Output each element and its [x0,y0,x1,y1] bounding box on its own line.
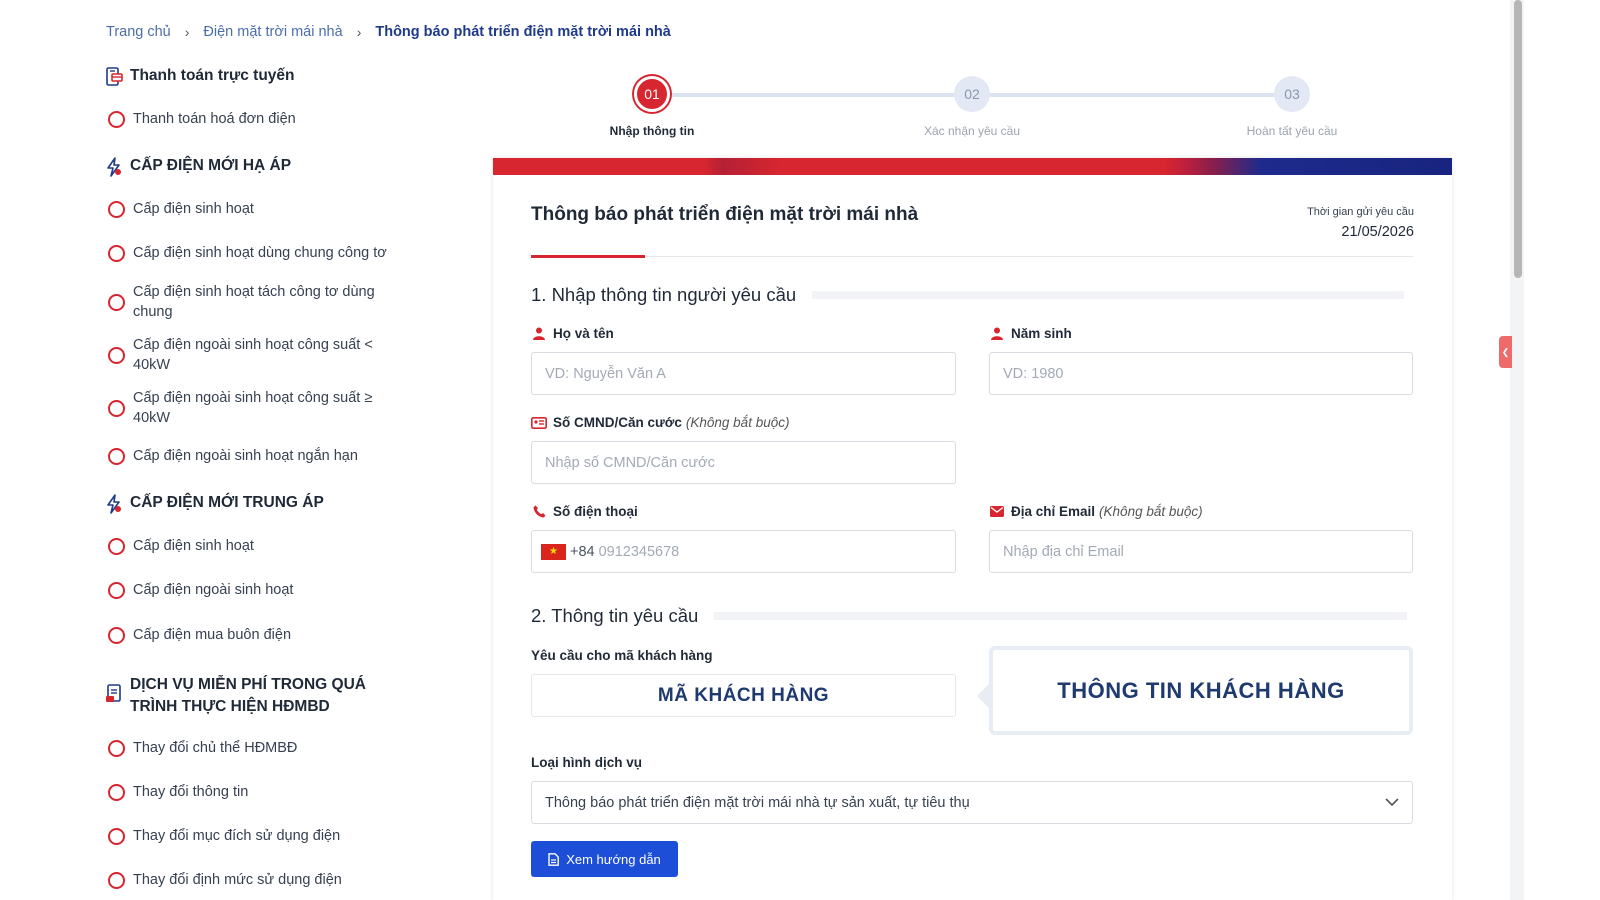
payment-icon [104,67,124,87]
birth-year-input[interactable]: VD: 1980 [989,352,1413,395]
divider [531,256,1413,257]
radio-circle-icon [108,346,125,364]
sidebar-item[interactable]: Thay đổi chủ thể HĐMBĐ [108,738,393,758]
phone-input[interactable]: ★ +84 0912345678 [531,530,956,573]
scrollbar-thumb[interactable] [1514,0,1522,278]
breadcrumb-current: Thông báo phát triển điện mặt trời mái n… [375,24,671,40]
radio-circle-icon [108,739,125,757]
sidebar-item[interactable]: Cấp điện ngoài sinh hoạt công suất < 40k… [108,335,393,375]
step-1-label: Nhập thông tin [609,124,695,138]
section-request-heading: 2. Thông tin yêu cầu [531,605,1408,627]
user-icon [989,327,1005,341]
sidebar-item[interactable]: Cấp điện sinh hoạt [108,199,393,219]
request-form-card: Thông báo phát triển điện mặt trời mái n… [493,158,1452,900]
right-margin [1524,0,1600,900]
chevron-right-icon: › [184,24,190,40]
document-icon [104,684,124,704]
customer-info-panel: THÔNG TIN KHÁCH HÀNG [989,646,1413,735]
progress-stepper: 01 02 03 Nhập thông tin Xác nhận yêu cầu… [600,76,1360,146]
step-3-label: Hoàn tất yêu cầu [1246,124,1338,138]
id-card-icon [531,416,547,430]
phone-icon [531,505,547,519]
view-guide-button[interactable]: Xem hướng dẫn [531,841,678,877]
vietnam-flag-icon[interactable]: ★ [541,543,566,560]
radio-circle-icon [108,871,125,889]
step-connector [670,93,954,97]
full-name-input[interactable]: VD: Nguyễn Văn A [531,352,956,395]
radio-circle-icon [108,293,125,311]
radio-circle-icon [108,399,125,417]
title-accent-bar [531,255,645,258]
document-icon [548,852,560,866]
email-input[interactable]: Nhập địa chỉ Email [989,530,1413,573]
lightning-icon [104,157,124,177]
section-requester-heading: 1. Nhập thông tin người yêu cầu [531,284,1405,306]
lightning-icon [104,494,124,514]
user-icon [531,327,547,341]
sidebar-item[interactable]: Cấp điện mua buôn điện [108,625,393,645]
form-title: Thông báo phát triển điện mặt trời mái n… [531,204,919,225]
service-type-select[interactable]: Thông báo phát triển điện mặt trời mái n… [531,781,1413,824]
breadcrumb: Trang chủ › Điện mặt trời mái nhà › Thôn… [106,24,671,40]
id-number-input[interactable]: Nhập số CMND/Căn cước [531,441,956,484]
radio-circle-icon [108,537,125,555]
decorative-band [493,158,1452,175]
radio-circle-icon [108,581,125,599]
radio-circle-icon [108,626,125,644]
sidebar-item[interactable]: Thay đổi mục đích sử dụng điện [108,826,393,846]
step-2-label: Xác nhận yêu cầu [923,124,1021,138]
radio-circle-icon [108,200,125,218]
birth-year-label: Năm sinh [989,326,1072,341]
name-label: Họ và tên [531,326,614,341]
side-panel-toggle-icon[interactable]: ❮ [1499,336,1512,368]
customer-code-label: Yêu cầu cho mã khách hàng [531,648,713,663]
sidebar-section-payment: Thanh toán trực tuyến [104,67,295,87]
breadcrumb-parent[interactable]: Điện mặt trời mái nhà [203,24,342,40]
sidebar-section-free-services: DỊCH VỤ MIỄN PHÍ TRONG QUÁ TRÌNH THỰC HI… [104,674,404,718]
sidebar-item[interactable]: Cấp điện ngoài sinh hoạt ngắn hạn [108,446,393,466]
sidebar-item-pay-bill[interactable]: Thanh toán hoá đơn điện [108,109,393,129]
step-2-dot: 02 [954,76,990,112]
radio-circle-icon [108,783,125,801]
info-pointer [977,684,989,708]
sidebar-item[interactable]: Cấp điện sinh hoạt dùng chung công tơ [108,243,413,263]
step-1-dot: 01 [634,76,670,112]
sidebar-item[interactable]: Cấp điện sinh hoạt tách công tơ dùng chu… [108,282,393,322]
customer-code-input[interactable]: MÃ KHÁCH HÀNG [531,674,956,717]
breadcrumb-home[interactable]: Trang chủ [106,24,171,40]
radio-circle-icon [108,827,125,845]
sidebar-item[interactable]: Cấp điện ngoài sinh hoạt công suất ≥ 40k… [108,388,393,428]
submit-time-value: 21/05/2026 [1341,224,1414,240]
step-3-dot: 03 [1274,76,1310,112]
sidebar-section-low-voltage: CẤP ĐIỆN MỚI HẠ ÁP [104,157,291,177]
radio-circle-icon [108,110,125,128]
submit-time-label: Thời gian gửi yêu cầu [1307,206,1414,218]
radio-circle-icon [108,447,125,465]
sidebar-section-medium-voltage: CẤP ĐIỆN MỚI TRUNG ÁP [104,494,324,514]
service-type-label: Loại hình dịch vụ [531,755,642,770]
sidebar-item[interactable]: Thay đổi định mức sử dụng điện [108,870,393,890]
chevron-right-icon: › [356,24,362,40]
envelope-icon [989,505,1005,519]
email-label: Địa chỉ Email (Không bắt buộc) [989,504,1203,519]
sidebar-item[interactable]: Cấp điện sinh hoạt [108,536,393,556]
id-card-label: Số CMND/Căn cước (Không bắt buộc) [531,415,789,430]
chevron-down-icon [1385,795,1399,811]
phone-label: Số điện thoại [531,504,638,519]
sidebar-item[interactable]: Cấp điện ngoài sinh hoạt [108,580,393,600]
step-connector [990,93,1274,97]
sidebar-item[interactable]: Thay đổi thông tin [108,782,393,802]
radio-circle-icon [108,244,125,262]
